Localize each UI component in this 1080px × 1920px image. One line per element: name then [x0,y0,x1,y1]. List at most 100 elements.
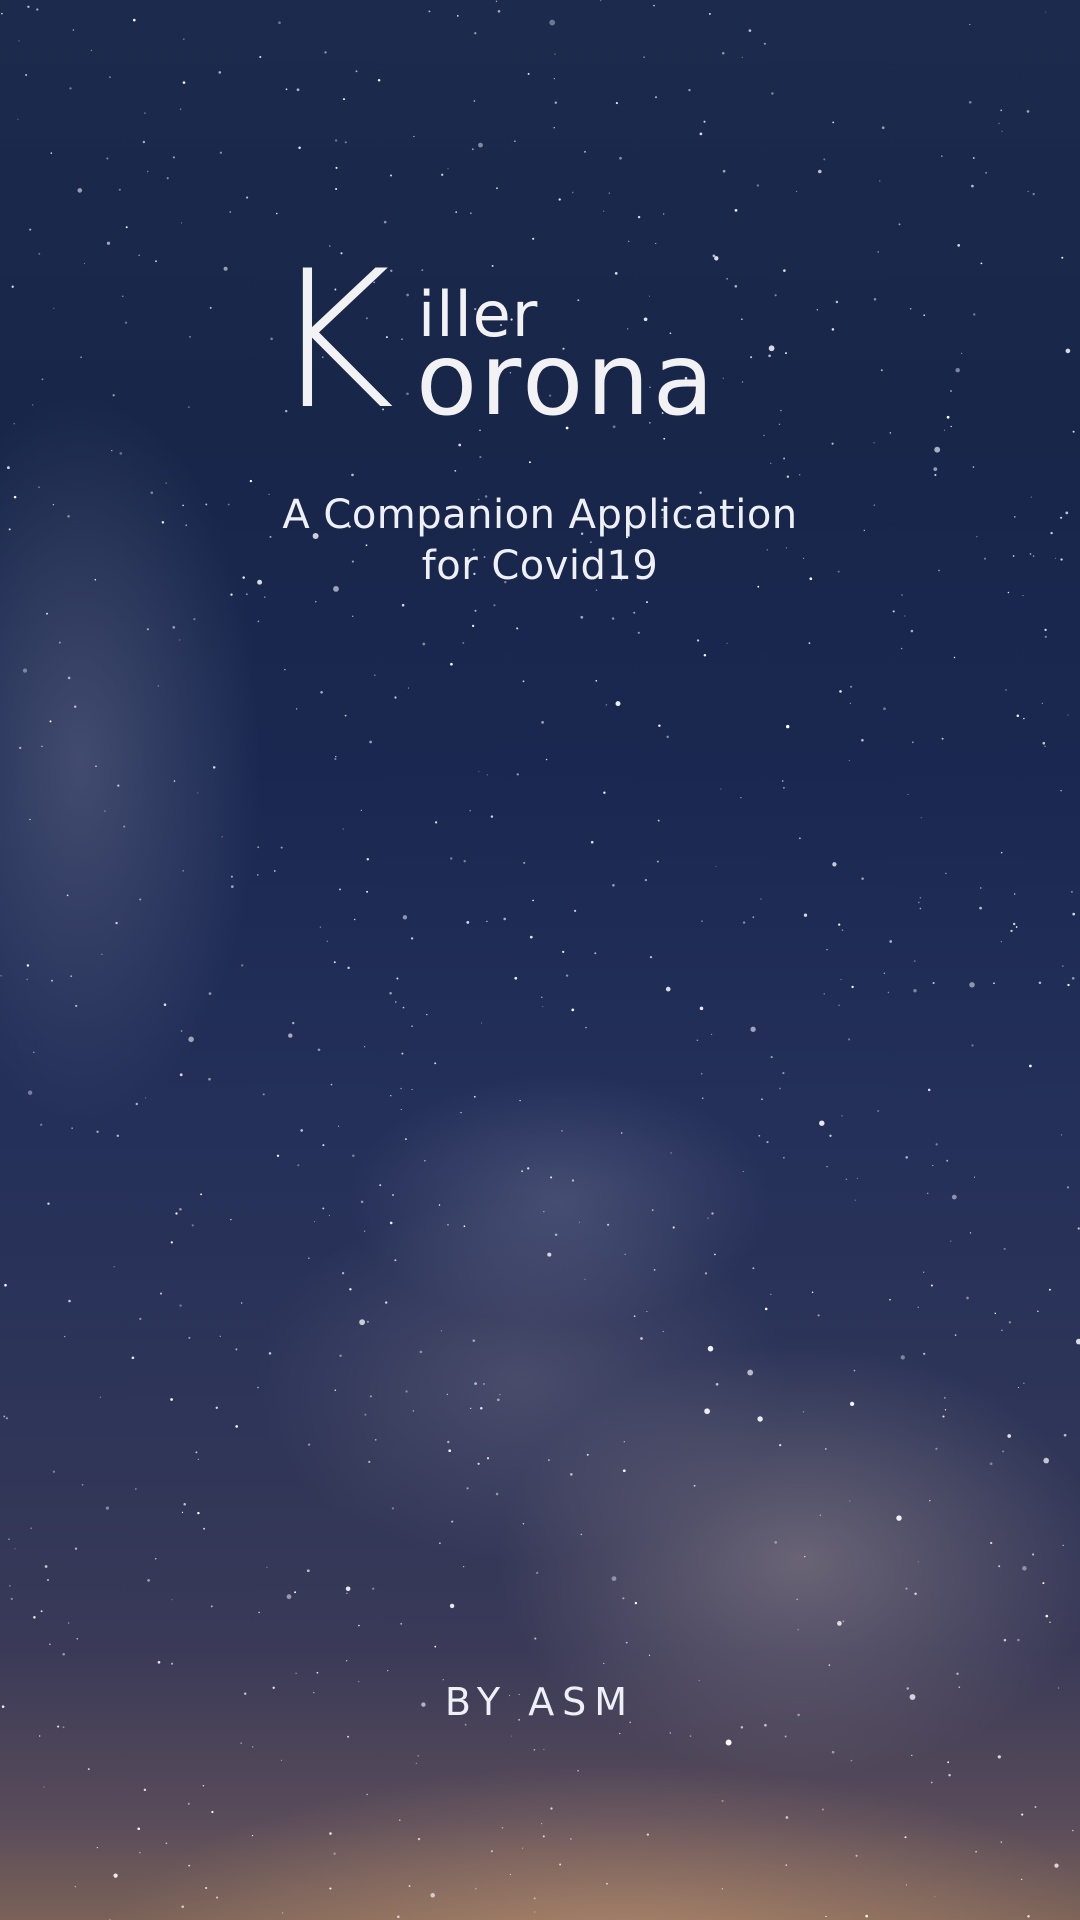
star [30,1527,33,1530]
star [514,140,516,142]
star [280,1759,282,1761]
star [307,1443,311,1446]
star [478,142,483,148]
star [339,888,341,891]
star [188,1036,194,1043]
star [284,668,286,671]
star [624,1253,626,1256]
star [138,1851,141,1854]
star [446,1393,448,1396]
star [68,1299,71,1303]
star [496,187,498,190]
star [542,1006,544,1008]
star [108,76,111,79]
star [335,188,338,190]
star [734,209,738,212]
star [927,1088,931,1092]
star [824,1447,827,1450]
star [1042,741,1046,745]
star [75,1004,78,1007]
star [848,1038,851,1041]
star [77,188,83,193]
star [784,1735,787,1738]
logo-big-letter: K [270,230,395,451]
star [850,1759,853,1762]
star [656,860,659,863]
star [333,961,336,964]
star [195,1451,198,1454]
star [276,212,278,215]
star [71,1127,73,1129]
star [998,1565,1001,1568]
star [605,704,608,706]
star [273,870,276,872]
star [966,1296,969,1300]
star [22,668,28,673]
star [334,139,338,142]
star [1015,926,1018,928]
star [1014,893,1016,895]
star [322,1144,325,1147]
star [451,1520,454,1523]
star [26,964,30,967]
star [163,1003,167,1006]
star [286,1594,292,1600]
star [47,1202,50,1205]
star [603,210,605,212]
star [490,815,494,818]
star [622,1597,625,1600]
star [826,1165,828,1168]
star [104,810,106,812]
star [369,740,372,744]
star [181,1511,184,1514]
star [721,52,725,55]
star [294,1591,297,1594]
star [347,966,350,970]
star [829,1134,832,1137]
star [352,615,354,617]
star [385,1301,388,1304]
star [353,918,356,921]
star [961,352,963,354]
star [417,1755,419,1757]
star [565,974,569,977]
star [320,691,323,694]
star [933,467,938,471]
star [347,1735,350,1738]
star [470,212,472,214]
star [947,1761,950,1764]
star [469,809,472,812]
star [300,1129,304,1132]
star [606,1223,610,1226]
star [1062,965,1064,967]
star [644,878,648,882]
star [395,1001,397,1003]
star [472,1339,476,1342]
star [26,978,28,981]
star [333,1852,336,1855]
star [474,32,477,35]
star [990,1541,993,1545]
star [901,594,903,596]
star [480,1406,483,1410]
star [540,1822,543,1825]
star [954,1334,957,1336]
star [229,211,232,213]
star [235,1348,238,1351]
star [905,1884,908,1886]
star [434,1062,437,1065]
star [134,1488,137,1490]
star [74,705,77,708]
star [13,423,15,425]
star [877,251,880,253]
star [533,1911,536,1913]
star [0,975,2,977]
star [466,921,470,924]
star [527,1167,530,1170]
star [710,1033,713,1036]
star [848,759,850,762]
star [783,457,786,460]
star [900,647,903,650]
star [920,817,922,819]
star [474,1382,477,1385]
